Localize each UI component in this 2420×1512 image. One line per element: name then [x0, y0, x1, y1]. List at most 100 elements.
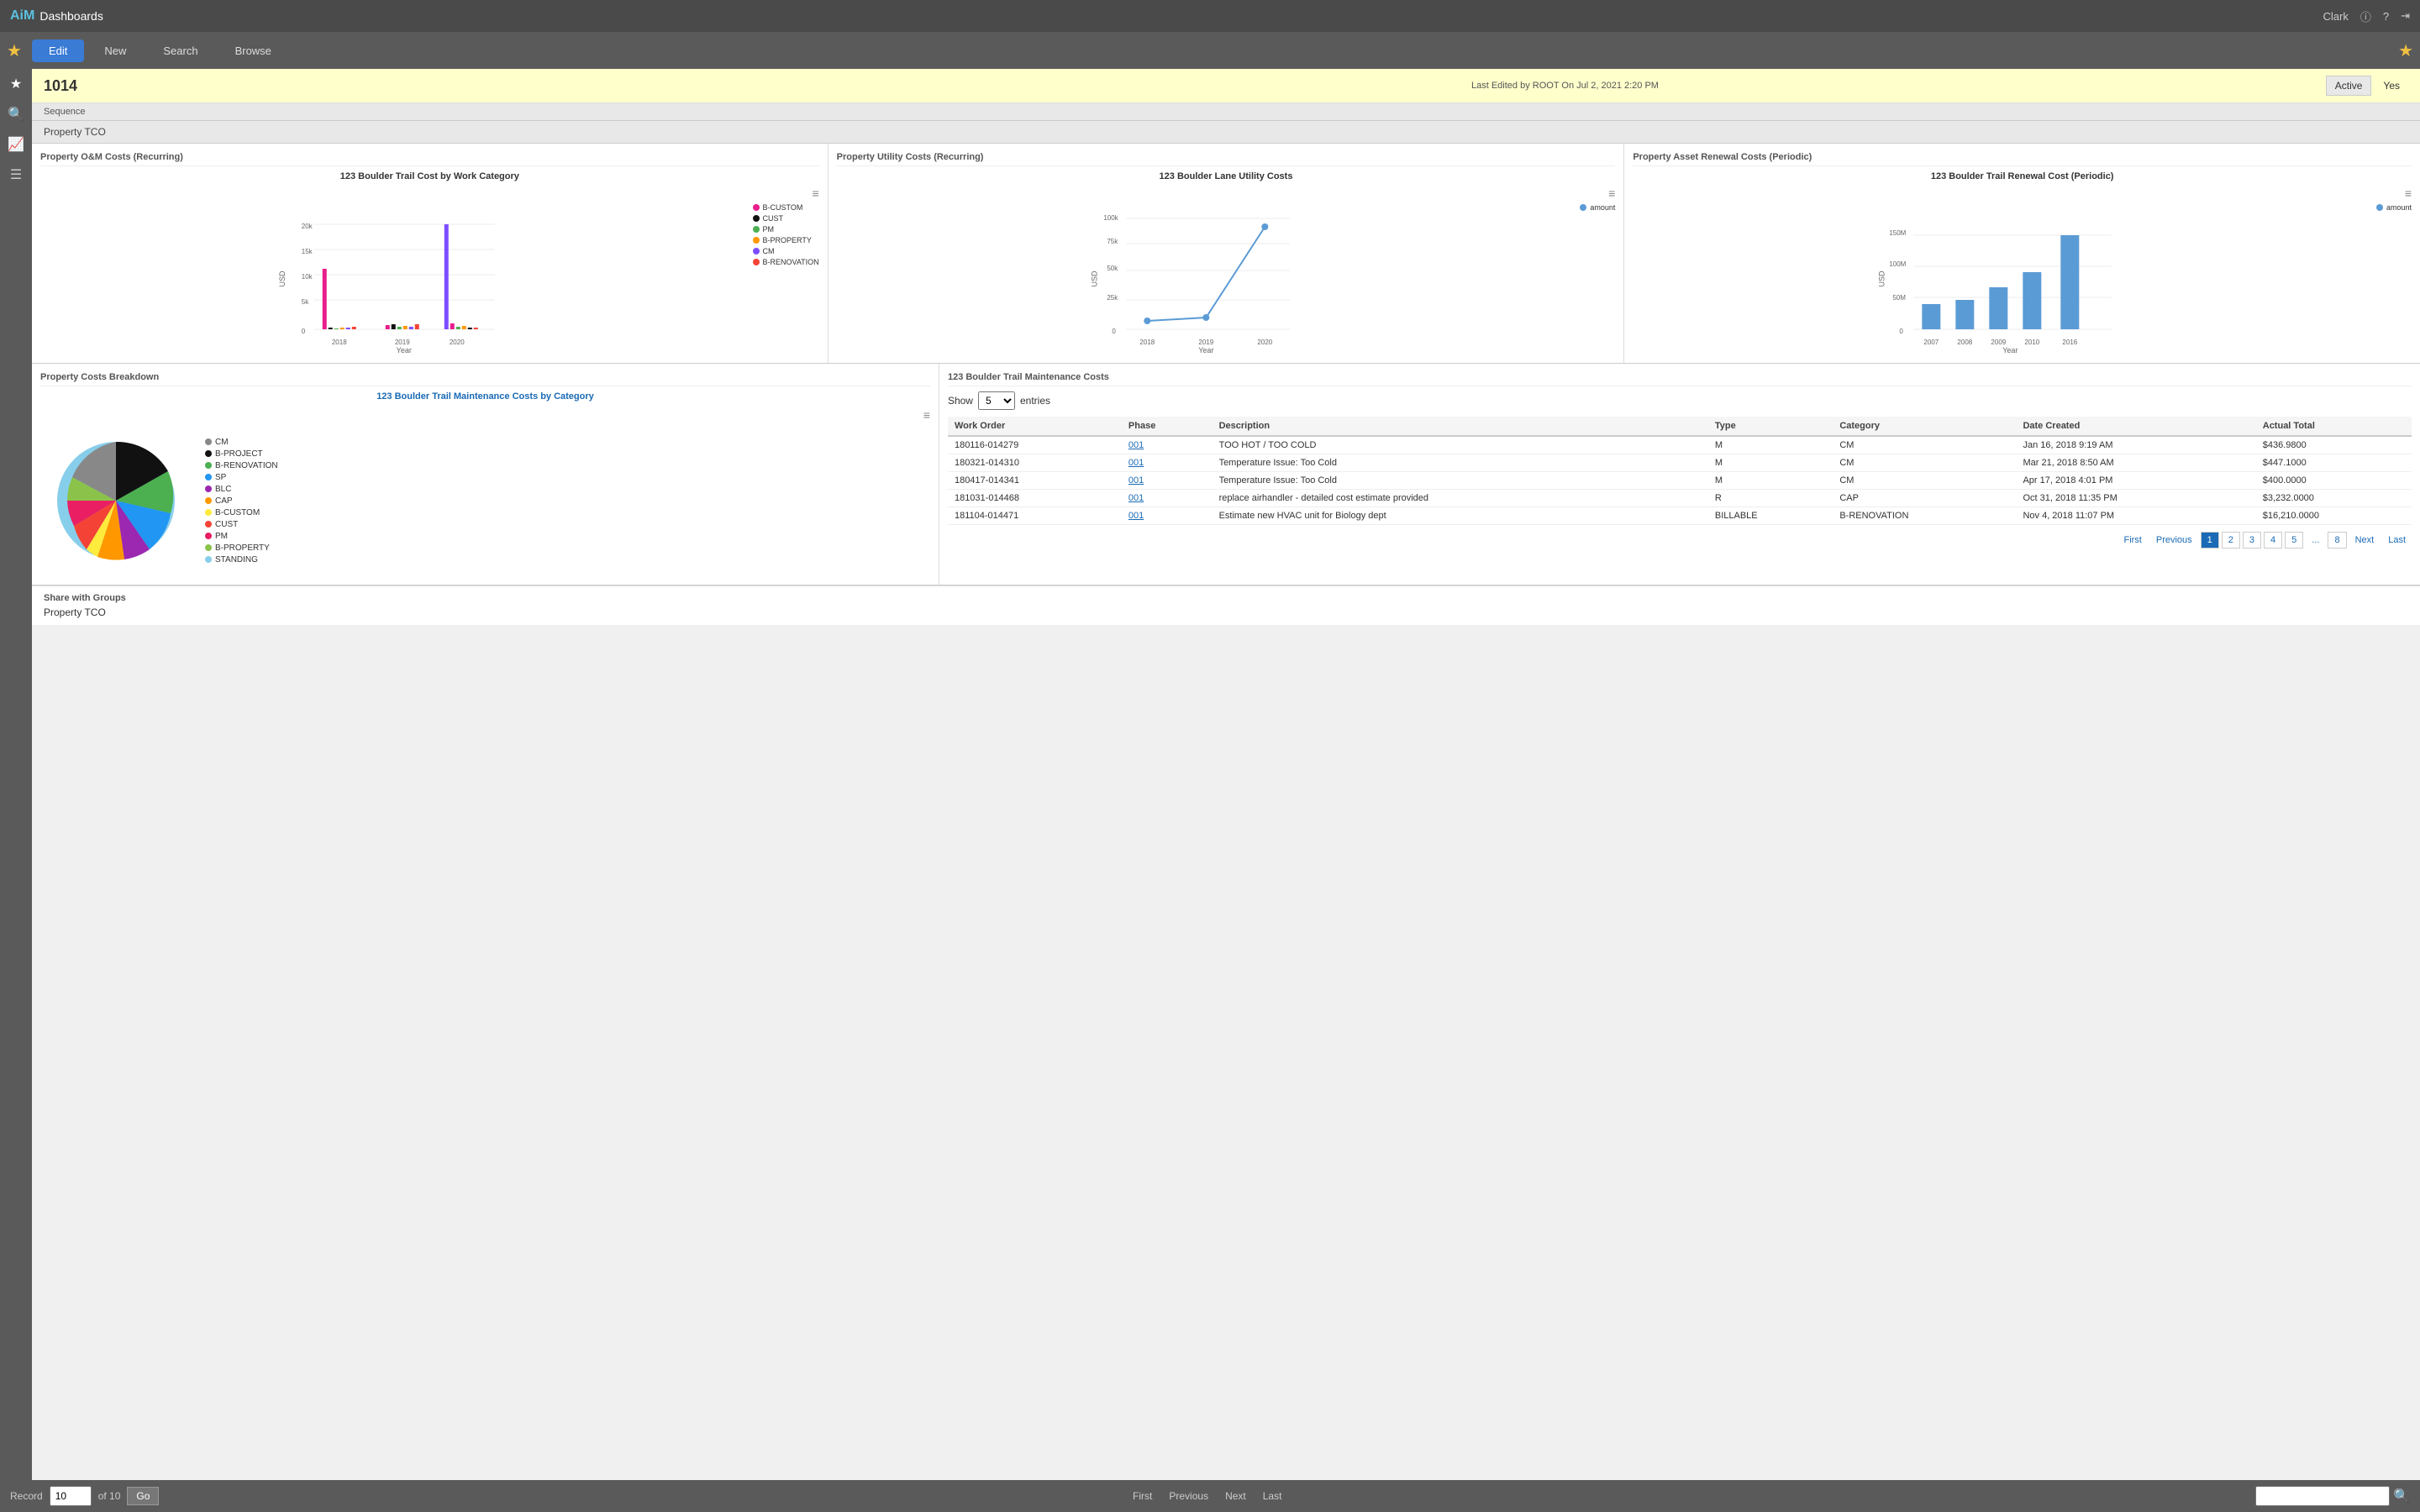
last-page-btn[interactable]: Last	[2382, 533, 2412, 548]
col-work-order: Work Order	[948, 417, 1122, 436]
table-row: 181104-014471 001 Estimate new HVAC unit…	[948, 507, 2412, 525]
share-section: Share with Groups Property TCO	[32, 585, 2420, 625]
col-description: Description	[1213, 417, 1708, 436]
cell-type: R	[1708, 490, 1833, 507]
page-2-btn[interactable]: 2	[2222, 532, 2240, 549]
bottom-search-input[interactable]	[2255, 1486, 2390, 1506]
cell-actual-total: $400.0000	[2256, 472, 2412, 490]
cell-actual-total: $447.1000	[2256, 454, 2412, 472]
first-nav-link[interactable]: First	[1133, 1490, 1152, 1502]
sidebar-star-icon[interactable]: ★	[10, 76, 22, 92]
renewal-menu-icon[interactable]: ≡	[2405, 186, 2412, 200]
svg-text:2019: 2019	[1198, 339, 1213, 346]
cell-description: TOO HOT / TOO COLD	[1213, 436, 1708, 454]
edit-button[interactable]: Edit	[32, 39, 84, 62]
pie-panel: Property Costs Breakdown 123 Boulder Tra…	[32, 364, 939, 585]
svg-text:2019: 2019	[395, 339, 410, 346]
nav-links: First Previous Next Last	[167, 1490, 2247, 1502]
record-input[interactable]	[50, 1486, 92, 1506]
svg-text:15k: 15k	[302, 248, 313, 255]
pie-chart-svg	[40, 425, 192, 576]
logout-icon[interactable]: ⇥	[2401, 9, 2410, 23]
bottom-search: 🔍	[2255, 1486, 2410, 1506]
cell-actual-total: $436.9800	[2256, 436, 2412, 454]
om-menu-icon[interactable]: ≡	[813, 186, 819, 200]
active-label: Active	[2326, 76, 2372, 96]
cell-category: B-RENOVATION	[1833, 507, 2016, 525]
page-3-btn[interactable]: 3	[2243, 532, 2261, 549]
utility-chart-panel: Property Utility Costs (Recurring) 123 B…	[829, 144, 1625, 363]
svg-text:20k: 20k	[302, 223, 313, 230]
page-4-btn[interactable]: 4	[2264, 532, 2282, 549]
om-chart-panel: Property O&M Costs (Recurring) 123 Bould…	[32, 144, 829, 363]
page-5-btn[interactable]: 5	[2285, 532, 2303, 549]
svg-text:150M: 150M	[1890, 229, 1907, 237]
svg-text:5k: 5k	[302, 298, 309, 306]
svg-text:100M: 100M	[1890, 260, 1907, 268]
search-button[interactable]: Search	[146, 39, 214, 62]
help-icon[interactable]: ?	[2383, 10, 2389, 23]
new-button[interactable]: New	[87, 39, 143, 62]
show-select[interactable]: 5 10 25	[978, 391, 1015, 410]
entries-label: entries	[1020, 395, 1050, 407]
sidebar-search-icon[interactable]: 🔍	[8, 106, 24, 123]
svg-text:25k: 25k	[1107, 294, 1118, 302]
cell-category: CAP	[1833, 490, 2016, 507]
content-area: 1014 Last Edited by ROOT On Jul 2, 2021 …	[32, 69, 2420, 1512]
svg-text:2018: 2018	[1139, 339, 1155, 346]
previous-nav-link[interactable]: Previous	[1169, 1490, 1208, 1502]
first-page-btn[interactable]: First	[2118, 533, 2147, 548]
cell-phase[interactable]: 001	[1122, 472, 1213, 490]
svg-text:USD: USD	[1090, 270, 1098, 287]
top-nav-right: Clark ⓘ ? ⇥	[2323, 8, 2411, 24]
svg-text:50M: 50M	[1893, 294, 1907, 302]
sequence-label: Sequence	[44, 107, 86, 117]
previous-page-btn[interactable]: Previous	[2150, 533, 2198, 548]
go-button[interactable]: Go	[127, 1487, 159, 1505]
cell-work-order: 181031-014468	[948, 490, 1122, 507]
table-panel: 123 Boulder Trail Maintenance Costs Show…	[939, 364, 2420, 585]
page-1-btn[interactable]: 1	[2201, 532, 2219, 549]
renewal-chart-svg: USD 0 50M 100M 150M	[1633, 203, 2371, 354]
table-row: 180321-014310 001 Temperature Issue: Too…	[948, 454, 2412, 472]
om-chart-title: 123 Boulder Trail Cost by Work Category	[40, 171, 819, 181]
sidebar-chart-icon[interactable]: 📈	[8, 136, 24, 153]
cell-category: CM	[1833, 454, 2016, 472]
om-chart-container: USD 0 5k 10k 15k 20k	[40, 203, 819, 354]
svg-text:2008: 2008	[1958, 339, 1973, 346]
breakdown-title: Property Costs Breakdown	[40, 372, 930, 386]
pie-menu-icon[interactable]: ≡	[923, 408, 930, 422]
om-legend: B-CUSTOM CUST PM B-PROPERTY CM B-RENOVAT…	[748, 203, 819, 266]
cell-phase[interactable]: 001	[1122, 436, 1213, 454]
info-icon[interactable]: ⓘ	[2360, 8, 2371, 24]
svg-text:0: 0	[1112, 328, 1116, 335]
cell-actual-total: $16,210.0000	[2256, 507, 2412, 525]
svg-text:Year: Year	[397, 346, 412, 354]
star-right-icon[interactable]: ★	[2398, 40, 2413, 61]
charts-row: Property O&M Costs (Recurring) 123 Bould…	[32, 144, 2420, 364]
bottom-search-icon[interactable]: 🔍	[2393, 1488, 2410, 1504]
record-header: 1014 Last Edited by ROOT On Jul 2, 2021 …	[32, 69, 2420, 103]
utility-menu-icon[interactable]: ≡	[1608, 186, 1615, 200]
cell-phase[interactable]: 001	[1122, 454, 1213, 472]
next-page-btn[interactable]: Next	[2349, 533, 2381, 548]
next-nav-link[interactable]: Next	[1225, 1490, 1246, 1502]
svg-text:USD: USD	[278, 270, 287, 287]
svg-text:USD: USD	[1878, 270, 1886, 287]
cell-work-order: 180417-014341	[948, 472, 1122, 490]
om-panel-title: Property O&M Costs (Recurring)	[40, 152, 819, 166]
cell-phase[interactable]: 001	[1122, 490, 1213, 507]
action-bar: ★ Edit New Search Browse ★	[0, 32, 2420, 69]
cell-description: Estimate new HVAC unit for Biology dept	[1213, 507, 1708, 525]
main-layout: ★ 🔍 📈 ☰ 1014 Last Edited by ROOT On Jul …	[0, 69, 2420, 1512]
cell-date-created: Jan 16, 2018 9:19 AM	[2016, 436, 2255, 454]
page-8-btn[interactable]: 8	[2328, 532, 2346, 549]
star-left-icon[interactable]: ★	[7, 40, 22, 61]
cell-phase[interactable]: 001	[1122, 507, 1213, 525]
browse-button[interactable]: Browse	[218, 39, 288, 62]
of-label: of 10	[98, 1490, 121, 1502]
sidebar-menu-icon[interactable]: ☰	[10, 166, 22, 183]
cell-type: M	[1708, 436, 1833, 454]
record-meta: Last Edited by ROOT On Jul 2, 2021 2:20 …	[804, 81, 2325, 91]
last-nav-link[interactable]: Last	[1263, 1490, 1282, 1502]
